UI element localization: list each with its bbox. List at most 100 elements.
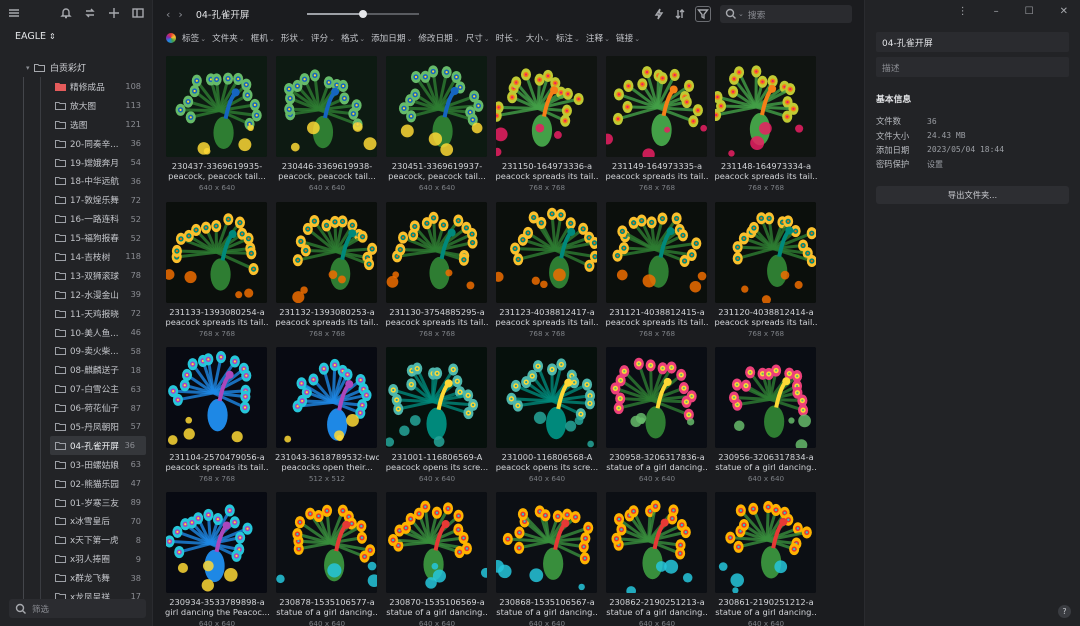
- thumbnail-card[interactable]: 231120-4038812414-a peacock spreads its t…: [714, 202, 818, 338]
- sidebar-folder-item[interactable]: 20-同奏辛... 36: [0, 134, 152, 153]
- sidebar-folder-item[interactable]: x群龙飞舞 38: [0, 568, 152, 587]
- filter-dropdown[interactable]: 大小: [526, 32, 550, 44]
- back-arrow-icon[interactable]: ‹: [166, 8, 170, 21]
- sidebar-folder-item[interactable]: 放大图 113: [0, 96, 152, 115]
- sidebar-folder-item[interactable]: 09-卖火柴... 58: [0, 341, 152, 360]
- thumbnail-card[interactable]: 230437-3369619935- peacock, peacock tail.…: [165, 56, 269, 192]
- filter-dropdown[interactable]: 注释: [586, 32, 610, 44]
- sidebar-folder-item[interactable]: 14-吉枝树 118: [0, 247, 152, 266]
- filter-dropdown[interactable]: 标签: [182, 32, 206, 44]
- sidebar-folder-item[interactable]: 12-水漫金山 39: [0, 285, 152, 304]
- sidebar-folder-item[interactable]: 选图 121: [0, 115, 152, 134]
- thumbnail-card[interactable]: 230451-3369619937- peacock, peacock tail.…: [385, 56, 489, 192]
- thumbnail-card[interactable]: 231001-116806569-A peacock opens its scre…: [385, 347, 489, 483]
- thumbnail-image[interactable]: [166, 347, 267, 448]
- thumbnail-image[interactable]: [606, 56, 707, 157]
- thumbnail-image[interactable]: [606, 492, 707, 593]
- root-folder[interactable]: ▾ 白贡彩灯: [0, 58, 152, 77]
- filter-dropdown[interactable]: 添加日期: [371, 32, 412, 44]
- help-icon[interactable]: ?: [1058, 605, 1071, 618]
- sidebar-folder-item[interactable]: 08-麒麟送子 18: [0, 360, 152, 379]
- thumbnail-image[interactable]: [496, 202, 597, 303]
- thumbnail-image[interactable]: [606, 202, 707, 303]
- thumbnail-card[interactable]: 230870-1535106569-a statue of a girl danc…: [385, 492, 489, 626]
- maximize-icon[interactable]: ☐: [1025, 6, 1034, 17]
- sidebar-folder-item[interactable]: 10-美人鱼... 46: [0, 323, 152, 342]
- thumbnail-card[interactable]: 231132-1393080253-a peacock spreads its t…: [275, 202, 379, 338]
- thumbnail-image[interactable]: [496, 492, 597, 593]
- sort-icon[interactable]: [674, 8, 686, 20]
- thumbnail-image[interactable]: [715, 492, 816, 593]
- thumbnail-card[interactable]: 230934-3533789898-a girl dancing the Peac…: [165, 492, 269, 626]
- sidebar-folder-item[interactable]: 04-孔雀开屏 36: [50, 435, 146, 455]
- filter-dropdown[interactable]: 标注: [556, 32, 580, 44]
- info-value[interactable]: 设置: [927, 159, 943, 170]
- add-icon[interactable]: [108, 7, 120, 19]
- thumbnail-card[interactable]: 231133-1393080254-a peacock spreads its t…: [165, 202, 269, 338]
- sidebar-folder-item[interactable]: 19-嫦娥奔月 54: [0, 153, 152, 172]
- sidebar-folder-item[interactable]: 13-双狮滚球 78: [0, 266, 152, 285]
- filter-dropdown[interactable]: 评分: [311, 32, 335, 44]
- sidebar-folder-item[interactable]: 精修成品 108: [0, 77, 152, 96]
- sidebar-folder-item[interactable]: 05-丹凤朝阳 57: [0, 417, 152, 436]
- thumbnail-card[interactable]: 231123-4038812417-a peacock spreads its t…: [495, 202, 599, 338]
- zoom-slider-knob[interactable]: [359, 10, 368, 18]
- sidebar-folder-item[interactable]: 07-白雪公主 63: [0, 379, 152, 398]
- thumbnail-card[interactable]: 230862-2190251213-a statue of a girl danc…: [605, 492, 709, 626]
- thumbnail-image[interactable]: [166, 202, 267, 303]
- thumbnail-card[interactable]: 230878-1535106577-a statue of a girl danc…: [275, 492, 379, 626]
- lightning-icon[interactable]: [653, 8, 665, 20]
- thumbnail-image[interactable]: [715, 56, 816, 157]
- thumbnail-card[interactable]: 231149-164973335-a peacock spreads its ta…: [605, 56, 709, 192]
- thumbnail-image[interactable]: [715, 347, 816, 448]
- thumbnail-card[interactable]: 231130-3754885295-a peacock spreads its t…: [385, 202, 489, 338]
- sidebar-folder-item[interactable]: 03-田螺姑娘 63: [0, 455, 152, 474]
- thumbnail-card[interactable]: 230861-2190251212-a statue of a girl danc…: [714, 492, 818, 626]
- thumbnail-image[interactable]: [386, 492, 487, 593]
- thumbnail-card[interactable]: 231121-4038812415-a peacock spreads its t…: [605, 202, 709, 338]
- thumbnail-card[interactable]: 230446-3369619938- peacock, peacock tail.…: [275, 56, 379, 192]
- library-switcher[interactable]: EAGLE ⇕: [0, 27, 152, 45]
- thumbnail-image[interactable]: [386, 202, 487, 303]
- bell-icon[interactable]: [60, 7, 72, 19]
- filter-dropdown[interactable]: 修改日期: [418, 32, 459, 44]
- thumbnail-image[interactable]: [166, 56, 267, 157]
- sidebar-folder-item[interactable]: 17-敦煌乐舞 72: [0, 190, 152, 209]
- sidebar-folder-item[interactable]: 01-岁寒三友 89: [0, 493, 152, 512]
- thumbnail-image[interactable]: [496, 56, 597, 157]
- thumbnail-image[interactable]: [386, 347, 487, 448]
- sidebar-folder-item[interactable]: 11-天鸡报晓 72: [0, 304, 152, 323]
- filter-dropdown[interactable]: 时长: [496, 32, 520, 44]
- panel-toggle-icon[interactable]: [132, 7, 144, 19]
- thumbnail-card[interactable]: 231104-2570479056-a peacock spreads its t…: [165, 347, 269, 483]
- thumbnail-card[interactable]: 231150-164973336-a peacock spreads its ta…: [495, 56, 599, 192]
- description-field[interactable]: 描述: [876, 57, 1069, 77]
- filter-dropdown[interactable]: 形状: [281, 32, 305, 44]
- thumbnail-card[interactable]: 230956-3206317834-a statue of a girl danc…: [714, 347, 818, 483]
- zoom-slider[interactable]: [307, 10, 420, 18]
- sync-icon[interactable]: [84, 7, 96, 19]
- thumbnail-image[interactable]: [166, 492, 267, 593]
- thumbnail-image[interactable]: [276, 347, 377, 448]
- thumbnail-image[interactable]: [276, 492, 377, 593]
- color-filter-icon[interactable]: [166, 32, 176, 43]
- thumbnail-image[interactable]: [276, 202, 377, 303]
- folder-name-field[interactable]: 04-孔雀开屏: [876, 32, 1069, 52]
- forward-arrow-icon[interactable]: ›: [178, 8, 182, 21]
- export-folder-button[interactable]: 导出文件夹...: [876, 186, 1069, 204]
- minimize-icon[interactable]: –: [994, 6, 999, 17]
- thumbnail-card[interactable]: 231000-116806568-A peacock opens its scre…: [495, 347, 599, 483]
- filter-dropdown[interactable]: 框机: [251, 32, 275, 44]
- filter-button[interactable]: [695, 6, 711, 22]
- filter-dropdown[interactable]: 链接: [616, 32, 640, 44]
- sidebar-folder-item[interactable]: 18-中华远航 36: [0, 171, 152, 190]
- filter-input[interactable]: 筛选: [9, 599, 146, 618]
- thumbnail-image[interactable]: [496, 347, 597, 448]
- sidebar-folder-item[interactable]: 02-熊猫乐园 47: [0, 474, 152, 493]
- pin-icon[interactable]: ⋮: [958, 6, 968, 17]
- filter-dropdown[interactable]: 格式: [341, 32, 365, 44]
- sidebar-folder-item[interactable]: 15-福狗报春 52: [0, 228, 152, 247]
- sidebar-folder-item[interactable]: x天下第一虎 8: [0, 530, 152, 549]
- thumbnail-image[interactable]: [386, 56, 487, 157]
- sidebar-folder-item[interactable]: 16-一路连科 52: [0, 209, 152, 228]
